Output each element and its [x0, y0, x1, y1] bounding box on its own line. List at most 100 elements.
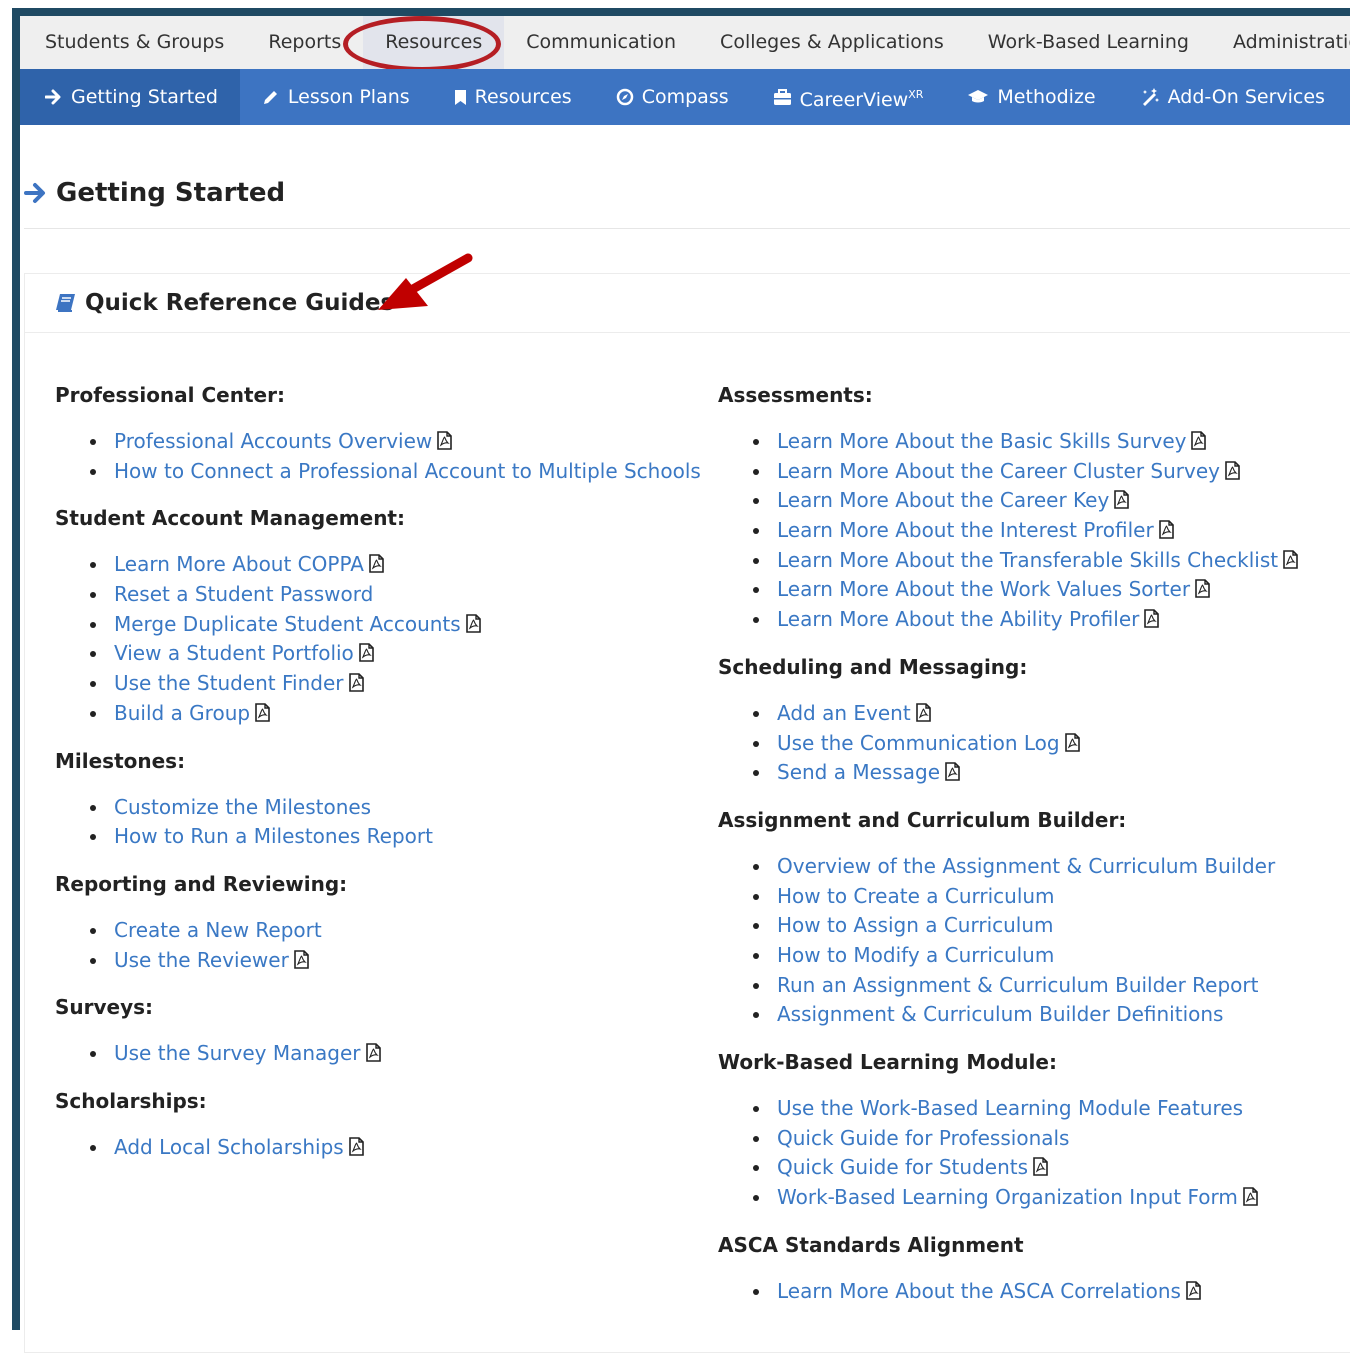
guide-section: Professional Center: Professional Account… — [55, 380, 701, 486]
guide-link[interactable]: Professional Accounts Overview — [114, 429, 432, 453]
top-nav-communication[interactable]: Communication — [504, 16, 698, 69]
guide-link[interactable]: Reset a Student Password — [114, 582, 373, 606]
sub-nav-label: Compass — [641, 86, 729, 108]
top-nav-work-based-learning[interactable]: Work-Based Learning — [966, 16, 1211, 69]
guide-link[interactable]: Add an Event — [777, 701, 911, 725]
guide-list: Learn More About the ASCA Correlations — [718, 1277, 1348, 1307]
graduation-cap-icon — [968, 90, 989, 103]
panel-title: Quick Reference Guides — [85, 290, 395, 316]
pdf-icon — [1033, 1157, 1048, 1177]
list-item: Use the Student Finder — [55, 669, 695, 699]
guide-link[interactable]: Add Local Scholarships — [114, 1135, 344, 1159]
arrow-right-icon — [24, 183, 45, 203]
guide-list: Add an Event Use the Communication Log Sen… — [718, 699, 1348, 788]
bookmark-icon — [454, 89, 466, 105]
top-nav-administration[interactable]: Administration — [1211, 16, 1350, 69]
guide-list: Professional Accounts Overview How to Con… — [55, 427, 701, 486]
guide-link[interactable]: Learn More About the Interest Profiler — [777, 518, 1154, 542]
guide-link[interactable]: Use the Reviewer — [114, 948, 289, 972]
sub-nav-label: CareerViewXR — [800, 67, 924, 128]
pdf-icon — [369, 554, 384, 574]
guide-link[interactable]: Use the Student Finder — [114, 671, 344, 695]
list-item: Add an Event — [718, 699, 1348, 729]
guide-link[interactable]: Use the Work-Based Learning Module Featu… — [777, 1096, 1243, 1120]
list-item: Learn More About the Work Values Sorter — [718, 575, 1348, 605]
right-column: Assessments: Learn More About the Basic S… — [718, 380, 1348, 1323]
list-item: Customize the Milestones — [55, 793, 695, 823]
sub-nav-careerview[interactable]: CareerViewXR — [751, 69, 946, 125]
guide-link[interactable]: Use the Survey Manager — [114, 1041, 361, 1065]
pdf-icon — [348, 1137, 364, 1156]
guide-link[interactable]: Work-Based Learning Organization Input F… — [777, 1185, 1238, 1209]
section-heading: Scholarships: — [55, 1088, 207, 1113]
sub-nav-label: Methodize — [997, 86, 1096, 108]
guide-list: Overview of the Assignment & Curriculum … — [718, 852, 1348, 1030]
guide-link[interactable]: View a Student Portfolio — [114, 641, 354, 665]
guide-link[interactable]: Send a Message — [777, 760, 940, 784]
section-heading: Student Account Management: — [55, 506, 405, 531]
guide-link[interactable]: How to Run a Milestones Report — [114, 824, 433, 848]
sub-nav-getting-started[interactable]: Getting Started — [20, 69, 240, 125]
sub-nav-label: Getting Started — [71, 86, 218, 108]
top-nav: Students & Groups Reports Resources Comm… — [20, 16, 1350, 69]
list-item: Use the Reviewer — [55, 946, 695, 976]
guide-link[interactable]: Learn More About the Work Values Sorter — [777, 577, 1190, 601]
list-item: Quick Guide for Professionals — [718, 1124, 1348, 1154]
pdf-icon — [365, 1043, 381, 1063]
list-item: Learn More About the Career Key — [718, 486, 1348, 516]
guide-link[interactable]: Build a Group — [114, 701, 250, 725]
sub-nav-label: Resources — [474, 86, 572, 108]
guide-link[interactable]: Learn More About the Career Cluster Surv… — [777, 459, 1220, 483]
guide-link[interactable]: Learn More About the Ability Profiler — [777, 607, 1139, 631]
sub-nav-add-on-services[interactable]: Add-On Services — [1118, 69, 1347, 125]
sub-nav: Getting Started Lesson Plans Resources C… — [20, 69, 1350, 125]
guide-link[interactable]: Overview of the Assignment & Curriculum … — [777, 854, 1275, 878]
list-item: How to Modify a Curriculum — [718, 941, 1348, 971]
pdf-icon — [1114, 490, 1130, 510]
guide-link[interactable]: How to Connect a Professional Account to… — [114, 459, 701, 483]
guide-link[interactable]: Learn More About the Career Key — [777, 488, 1109, 512]
guide-link[interactable]: How to Create a Curriculum — [777, 884, 1055, 908]
sub-nav-label: Add-On Services — [1167, 86, 1325, 108]
guide-link[interactable]: Learn More About the Basic Skills Survey — [777, 429, 1186, 453]
list-item: Work-Based Learning Organization Input F… — [718, 1183, 1348, 1213]
list-item: Learn More About the Ability Profiler — [718, 605, 1348, 635]
sub-nav-methodize[interactable]: Methodize — [945, 69, 1117, 125]
guide-link[interactable]: How to Assign a Curriculum — [777, 913, 1054, 937]
guide-section: Surveys: Use the Survey Manager — [55, 992, 695, 1069]
section-heading: Assignment and Curriculum Builder: — [718, 807, 1127, 832]
guide-link[interactable]: Run an Assignment & Curriculum Builder R… — [777, 973, 1258, 997]
guide-link[interactable]: Learn More About COPPA — [114, 552, 364, 576]
list-item: Learn More About the Career Cluster Surv… — [718, 457, 1348, 487]
guide-list: Use the Survey Manager — [55, 1039, 695, 1069]
guide-link[interactable]: Learn More About the ASCA Correlations — [777, 1279, 1181, 1303]
sub-nav-resources[interactable]: Resources — [432, 69, 594, 125]
guide-link[interactable]: Create a New Report — [114, 918, 322, 942]
guide-link[interactable]: Assignment & Curriculum Builder Definiti… — [777, 1002, 1223, 1026]
section-heading: Reporting and Reviewing: — [55, 871, 348, 896]
section-heading: Scheduling and Messaging: — [718, 654, 1028, 679]
guide-link[interactable]: Learn More About the Transferable Skills… — [777, 548, 1278, 572]
top-nav-students-groups[interactable]: Students & Groups — [20, 16, 246, 69]
top-nav-colleges-applications[interactable]: Colleges & Applications — [698, 16, 966, 69]
pdf-icon — [1283, 549, 1298, 569]
guide-section: Assessments: Learn More About the Basic S… — [718, 380, 1348, 635]
guide-link[interactable]: Customize the Milestones — [114, 795, 371, 819]
guide-section: Reporting and Reviewing: Create a New Rep… — [55, 869, 695, 975]
window-frame-top — [12, 8, 1350, 16]
guide-link[interactable]: Use the Communication Log — [777, 731, 1060, 755]
pdf-icon — [465, 613, 481, 633]
sub-nav-lesson-plans[interactable]: Lesson Plans — [240, 69, 432, 125]
pdf-icon — [915, 703, 931, 722]
guide-link[interactable]: Merge Duplicate Student Accounts — [114, 612, 461, 636]
guide-section: Scheduling and Messaging: Add an Event Use… — [718, 652, 1348, 788]
guide-link[interactable]: Quick Guide for Students — [777, 1155, 1028, 1179]
pdf-icon — [358, 643, 374, 663]
guide-link[interactable]: Quick Guide for Professionals — [777, 1126, 1069, 1150]
pdf-icon — [945, 762, 960, 781]
sub-nav-compass[interactable]: Compass — [594, 69, 751, 125]
panel-header: Quick Reference Guides — [25, 274, 1350, 333]
pdf-icon — [1144, 609, 1160, 628]
guide-link[interactable]: How to Modify a Curriculum — [777, 943, 1054, 967]
pdf-icon — [1243, 1187, 1258, 1206]
